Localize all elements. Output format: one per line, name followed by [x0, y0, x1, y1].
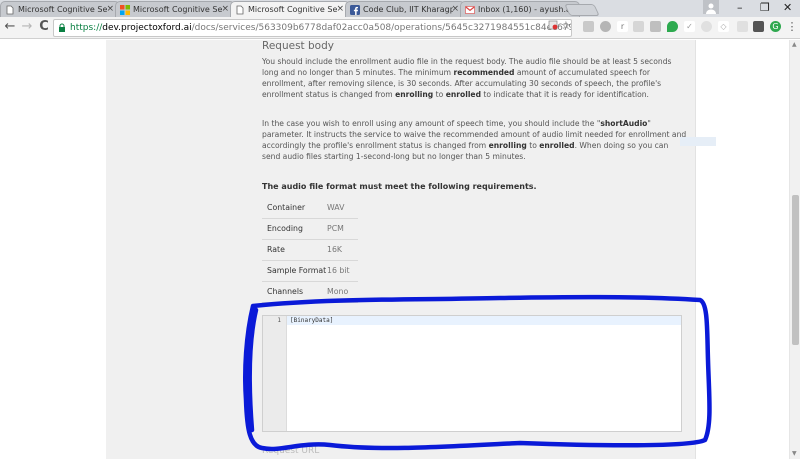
tab-title: Microsoft Cognitive Serv [18, 5, 108, 14]
bold-term: enrolling [395, 89, 434, 99]
enrollment-description: You should include the enrollment audio … [262, 57, 687, 101]
url-path: /docs/services/563309b6778daf02acc0a508/… [191, 23, 571, 33]
bold-term: enrolling [488, 140, 527, 150]
table-row: Channels Mono [262, 281, 358, 303]
tab-title: Microsoft Cognitive Serv [248, 5, 338, 14]
page-icon [6, 5, 14, 15]
profile-icon[interactable] [703, 0, 719, 14]
scroll-down-arrow-icon[interactable]: ▼ [792, 450, 797, 457]
extension-icon[interactable] [633, 21, 644, 32]
requirement-value: PCM [327, 218, 358, 240]
short-audio-description: In the case you wish to enroll using any… [262, 119, 687, 163]
reload-button[interactable]: C [37, 19, 51, 35]
bold-term: enrolled [445, 89, 482, 99]
browser-tab-4[interactable]: Code Club, IIT Kharagpur × [345, 1, 465, 17]
bold-term: shortAudio [600, 119, 648, 128]
page-icon [236, 5, 244, 15]
evernote-icon[interactable] [667, 21, 678, 32]
tab-title: Code Club, IIT Kharagpur [363, 5, 453, 14]
facebook-icon [350, 5, 360, 15]
tab-title: Inbox (1,160) - ayush.ag [478, 5, 568, 14]
request-body-editor[interactable]: 1 [BinaryData] [262, 315, 682, 432]
extension-icon[interactable]: r [617, 21, 628, 32]
code-text: [BinaryData] [290, 317, 334, 324]
extension-icon[interactable] [701, 21, 712, 32]
browser-tab-5[interactable]: Inbox (1,160) - ayush.ag × [460, 1, 580, 17]
forward-button[interactable]: → [20, 19, 34, 35]
requirement-value: 16 bit [327, 260, 358, 282]
tab-strip: Microsoft Cognitive Serv × Microsoft Cog… [0, 0, 800, 18]
tab-close-icon[interactable]: × [106, 4, 114, 14]
audio-requirements-table: Container WAV Encoding PCM Rate 16K Sample … [262, 197, 358, 303]
text-run: to [433, 89, 446, 99]
menu-icon[interactable]: ⋮ [785, 19, 799, 35]
minimize-button[interactable]: – [737, 1, 743, 14]
tab-title: Microsoft Cognitive Serv [133, 5, 223, 14]
back-button[interactable]: ← [3, 19, 17, 35]
browser-tab-2[interactable]: Microsoft Cognitive Serv × [115, 1, 235, 17]
requirement-key: Sample Format [262, 260, 327, 282]
extension-icon[interactable] [650, 21, 661, 32]
new-tab-button[interactable] [564, 4, 600, 16]
restore-button[interactable]: ❐ [760, 1, 770, 14]
table-row: Rate 16K [262, 239, 358, 261]
panel-divider [695, 40, 696, 459]
gmail-icon [465, 6, 475, 14]
url-scheme: https:// [70, 23, 103, 33]
url-host: dev.projectoxford.ai [102, 23, 192, 33]
lock-icon [58, 20, 66, 36]
editor-gutter: 1 [263, 316, 287, 431]
tab-close-icon[interactable]: × [336, 4, 344, 14]
text-run: to indicate that it is ready for identif… [481, 89, 649, 99]
bold-term: recommended [453, 67, 515, 77]
microsoft-logo-icon [120, 5, 130, 15]
requirement-value: 16K [327, 239, 358, 261]
extension-icon[interactable] [737, 21, 748, 32]
extension-icon[interactable] [600, 21, 611, 32]
address-bar[interactable]: https://dev.projectoxford.ai/docs/servic… [53, 19, 572, 37]
extension-badge-icon[interactable] [753, 21, 764, 32]
requirement-key: Rate [262, 239, 327, 261]
text-run: to [526, 140, 540, 150]
request-url-heading: Request URL [262, 446, 320, 456]
requirement-key: Channels [262, 281, 327, 303]
extension-icon[interactable] [583, 21, 594, 32]
table-row: Encoding PCM [262, 218, 358, 240]
browser-tab-1[interactable]: Microsoft Cognitive Serv × [0, 1, 120, 17]
extension-icon[interactable]: ◇ [718, 21, 729, 32]
page-scrollbar[interactable]: ▲ ▼ [789, 40, 800, 459]
requirement-value: WAV [327, 197, 358, 219]
scrollbar-thumb[interactable] [792, 195, 799, 345]
scroll-up-arrow-icon[interactable]: ▲ [792, 41, 797, 48]
browser-tab-3-active[interactable]: Microsoft Cognitive Serv × [230, 1, 350, 18]
tab-close-icon[interactable]: × [451, 4, 459, 14]
requirement-key: Encoding [262, 218, 327, 240]
table-row: Container WAV [262, 197, 358, 219]
requirement-value: Mono [327, 281, 358, 303]
grammarly-icon[interactable]: G [770, 21, 781, 32]
line-number: 1 [277, 317, 281, 324]
browser-toolbar: ← → C https://dev.projectoxford.ai/docs/… [0, 17, 800, 39]
active-code-line[interactable]: [BinaryData] [287, 316, 681, 325]
close-window-button[interactable]: ✕ [783, 1, 792, 14]
text-run: In the case you wish to enroll using any… [262, 119, 601, 128]
tab-close-icon[interactable]: × [221, 4, 229, 14]
page-viewport: Request body You should include the enro… [0, 40, 800, 459]
table-row: Sample Format 16 bit [262, 260, 358, 282]
bookmark-star-icon[interactable]: ☆ [561, 19, 571, 32]
blocked-popup-icon[interactable] [548, 20, 558, 33]
requirement-key: Container [262, 197, 327, 219]
checkmark-extension-icon[interactable]: ✓ [684, 21, 695, 32]
requirements-title: The audio file format must meet the foll… [262, 182, 537, 191]
section-heading: Request body [262, 40, 334, 52]
bold-term: enrolled [539, 140, 575, 150]
